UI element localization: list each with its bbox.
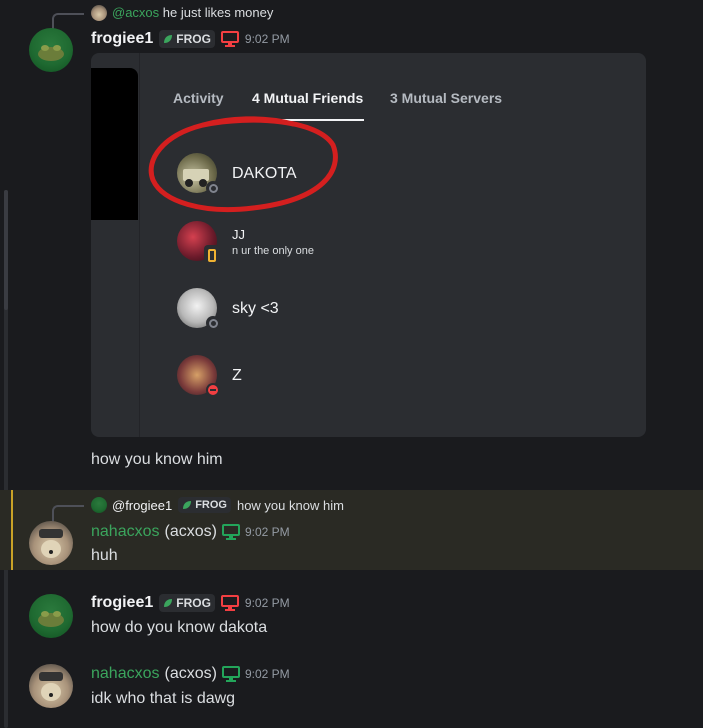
- tab-mutual-servers[interactable]: 3 Mutual Servers: [390, 90, 502, 106]
- avatar-nahacxos[interactable]: [29, 521, 73, 565]
- frog-icon: [38, 611, 64, 627]
- guild-tag[interactable]: FROG: [178, 497, 231, 513]
- username[interactable]: frogiee1: [91, 594, 153, 612]
- reply-connector: [52, 505, 84, 523]
- desktop-icon: [221, 666, 240, 682]
- leaf-icon: [183, 501, 192, 509]
- friend-item[interactable]: sky <3: [177, 288, 477, 332]
- status-offline-icon: [206, 316, 220, 330]
- timestamp: 9:02 PM: [244, 525, 290, 539]
- reply-preview[interactable]: @acxos he just likes money: [112, 5, 273, 20]
- desktop-icon: [220, 31, 239, 47]
- reply-username[interactable]: @frogiee1: [112, 498, 172, 513]
- dog-icon: [39, 529, 63, 558]
- reply-text: he just likes money: [162, 5, 274, 20]
- guild-tag[interactable]: FROG: [159, 594, 215, 612]
- reply-avatar: [91, 497, 107, 513]
- tab-mutual-friends[interactable]: 4 Mutual Friends: [252, 90, 363, 106]
- status-dnd-icon: [206, 383, 220, 397]
- avatar-frogiee1[interactable]: [29, 28, 73, 72]
- friend-name: sky <3: [232, 300, 279, 317]
- avatar-frogiee1[interactable]: [29, 594, 73, 638]
- guild-tag-label: FROG: [176, 32, 211, 46]
- desktop-icon: [221, 524, 240, 540]
- msg2-header: nahacxos (acxos) 9:02 PM: [91, 523, 290, 541]
- reply-preview[interactable]: @frogiee1 FROG how you know him: [112, 497, 344, 513]
- reply-text: how you know him: [236, 497, 344, 513]
- reply-mention[interactable]: @acxos: [112, 5, 159, 20]
- mobile-icon: [204, 245, 220, 265]
- dog-icon: [39, 672, 63, 701]
- friend-item[interactable]: JJ n ur the only one: [177, 221, 477, 265]
- message-text: idk who that is dawg: [91, 690, 236, 707]
- avatar-nahacxos[interactable]: [29, 664, 73, 708]
- desktop-icon: [220, 595, 239, 611]
- friend-subtitle: n ur the only one: [232, 245, 314, 257]
- guild-tag[interactable]: FROG: [159, 30, 215, 48]
- msg4-header: nahacxos (acxos) 9:02 PM: [91, 665, 290, 683]
- guild-tag-label: FROG: [195, 499, 227, 511]
- friend-name: JJ: [232, 227, 245, 242]
- leaf-icon: [164, 35, 173, 43]
- username-alt: (acxos): [164, 523, 217, 540]
- timestamp: 9:02 PM: [244, 32, 290, 46]
- username[interactable]: nahacxos: [91, 665, 160, 683]
- friend-item[interactable]: Z: [177, 355, 477, 399]
- friend-name: Z: [232, 367, 242, 384]
- message-text: huh: [91, 547, 118, 564]
- card-banner: [91, 68, 138, 220]
- frog-icon: [38, 45, 64, 61]
- msg3-header: frogiee1 FROG 9:02 PM: [91, 594, 290, 612]
- annotation-circle: [148, 116, 338, 213]
- message-text: how you know him: [91, 451, 223, 468]
- card-divider: [139, 53, 140, 437]
- message-text: how do you know dakota: [91, 619, 268, 636]
- timestamp: 9:02 PM: [244, 596, 290, 610]
- timestamp: 9:02 PM: [244, 667, 290, 681]
- guild-tag-label: FROG: [176, 596, 211, 610]
- username[interactable]: nahacxos: [91, 523, 160, 541]
- leaf-icon: [164, 599, 173, 607]
- mention-bar: [11, 490, 13, 570]
- tab-activity[interactable]: Activity: [173, 90, 224, 106]
- reply-avatar: [91, 5, 107, 21]
- msg1-header: frogiee1 FROG 9:02 PM: [91, 30, 290, 48]
- scrollbar-thumb[interactable]: [4, 190, 8, 310]
- username-alt: (acxos): [164, 665, 217, 682]
- username[interactable]: frogiee1: [91, 30, 153, 48]
